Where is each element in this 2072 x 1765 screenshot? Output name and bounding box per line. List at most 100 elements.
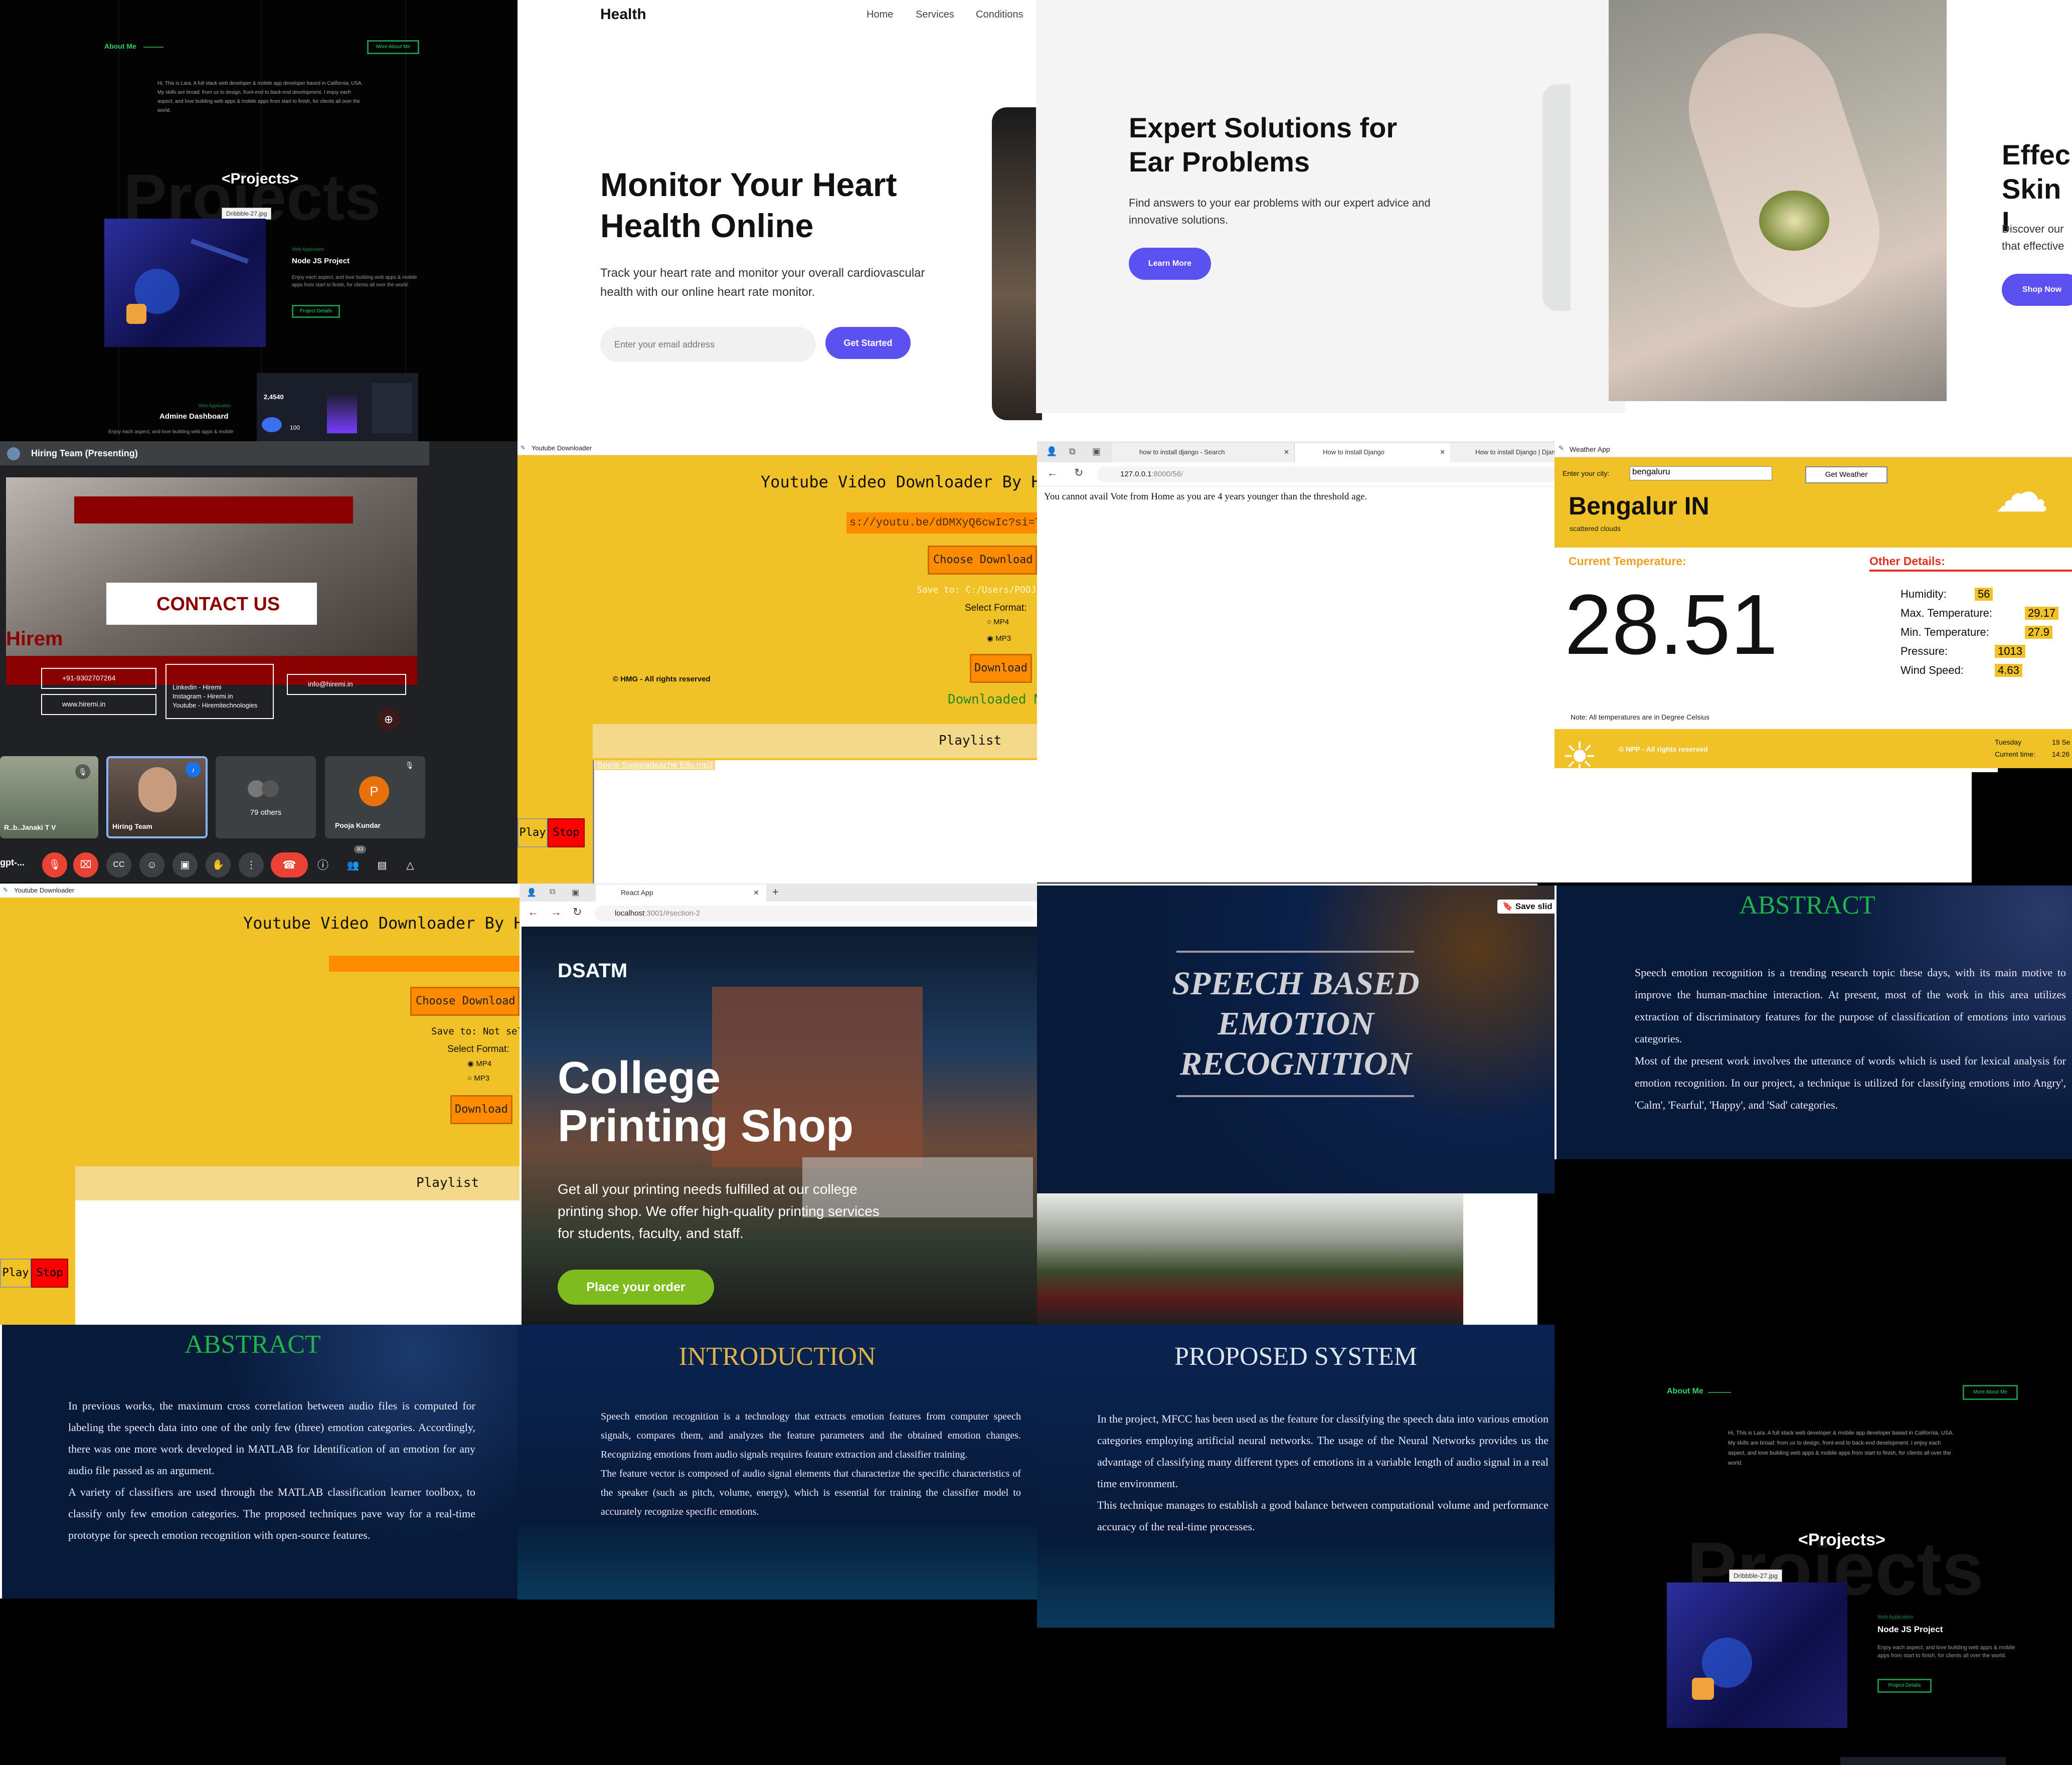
city-label: Enter your city: [1563,469,1610,477]
new-tab-icon[interactable]: + [772,886,779,899]
stop-button[interactable]: Stop [31,1259,68,1288]
project-category: Web Application [292,247,324,252]
participant-tile[interactable]: R..b..Janaki T V 🎙 [0,756,98,838]
close-tab-icon[interactable]: ✕ [1284,448,1289,456]
url-field[interactable]: localhost:3001/#section-2 [595,906,1036,922]
yt-window-1: ✎ Youtube Downloader Youtube Video Downl… [517,441,1037,884]
project-desc-2: Enjoy each aspect, and love building web… [108,429,234,435]
playlist-box[interactable] [75,1200,520,1325]
save-slide-button[interactable]: 🔖 Save slid [1497,900,1555,914]
activities-icon[interactable]: △ [401,856,419,874]
back-icon[interactable]: ← [1047,466,1058,479]
tab-install[interactable]: How to Install Django ✕ [1295,443,1450,462]
dashboard-thumbnail: 2,4540 100 [257,373,418,441]
forward-icon[interactable]: → [551,906,562,919]
camera-off-button[interactable]: ⌧ [73,852,98,877]
weather-panel: Current Temperature: 28.51 Other Details… [1555,548,2072,729]
playlist-header: Playlist [593,724,1037,758]
project-title: Node JS Project [292,257,350,265]
back-icon[interactable]: ← [528,906,539,919]
more-about-button[interactable]: More About Me [367,40,419,54]
about-text: Hi, This is Lara. A full stack web devel… [157,81,363,113]
more-about-button[interactable]: More About Me [1963,1385,2018,1400]
people-icon[interactable]: 👥 [344,856,362,874]
info-icon[interactable]: ⓘ [314,856,332,874]
more-options-button[interactable]: ⋮ [239,852,264,877]
sidebar-icon[interactable]: ▣ [572,888,579,898]
place-order-button[interactable]: Place your order [558,1270,714,1305]
hero-image [992,107,1042,420]
project-category-2: Web Application [199,403,231,408]
feather-icon: ✎ [1559,444,1564,452]
get-weather-button[interactable]: Get Weather [1805,466,1887,483]
download-button[interactable]: Download [970,654,1032,683]
playlist-box[interactable]: Beete Sagaradaache Ello.mp3 [593,760,1037,884]
mic-off-button[interactable]: 🎙 [42,852,67,877]
project-thumbnail[interactable] [1667,1582,1847,1728]
sidebar-icon[interactable]: ▣ [1092,446,1101,457]
choose-folder-button[interactable]: Choose Download F [928,546,1037,575]
emoji-button[interactable]: ☺ [139,852,164,877]
profile-icon[interactable]: 👤 [527,888,537,898]
projects-heading: <Projects> [1798,1530,1885,1549]
playlist-item[interactable]: Beete Sagaradaache Ello.mp3 [595,760,715,770]
project-thumbnail[interactable] [104,219,266,347]
captions-button[interactable]: CC [106,852,131,877]
choose-folder-button[interactable]: Choose Download F [410,987,520,1016]
chat-icon[interactable]: ▤ [373,856,391,874]
mp4-radio[interactable]: ◉ MP4 [467,1059,491,1068]
stop-button[interactable]: Stop [548,818,585,847]
project-details-button[interactable]: Project Details [292,305,340,318]
close-tab-icon[interactable]: ✕ [1440,448,1445,456]
present-button[interactable]: ▣ [172,852,198,877]
play-button[interactable]: Play [0,1259,31,1288]
shop-now-button[interactable]: Shop Now [2002,274,2072,306]
url-input[interactable] [329,956,520,972]
participant-tile[interactable]: P Pooja Kundar 🎙 [325,756,425,838]
hero-desc: Get all your printing needs fulfilled at… [558,1181,880,1241]
ear-slide: Expert Solutions for Ear Problems Find a… [1036,0,1625,413]
nav-services[interactable]: Services [916,9,954,21]
play-button[interactable]: Play [517,818,548,847]
nav-conditions[interactable]: Conditions [976,9,1023,21]
leave-call-button[interactable]: ☎ [271,852,308,877]
raise-hand-button[interactable]: ✋ [206,852,231,877]
profile-icon[interactable]: 👤 [1046,446,1057,457]
address-bar: ← → ↻ localhost:3001/#section-2 [520,902,1037,926]
participant-tile[interactable]: Hiring Team ♪ [106,756,208,838]
mp3-radio[interactable]: ◉ MP3 [987,634,1011,643]
tab-search[interactable]: how to install django - Search ✕ [1112,443,1295,462]
meeting-label: gpt-... [0,857,25,867]
url-input[interactable]: s://youtu.be/dDMXyQ6cwIc?si=T [846,512,1037,534]
date: 19 Se [2052,738,2070,746]
projects-heading: <Projects> [222,170,299,187]
ear-desc: Find answers to your ear problems with o… [1129,197,1431,226]
email-input[interactable] [600,327,816,362]
tab-react[interactable]: React App ✕ [596,885,766,902]
nav-home[interactable]: Home [867,9,893,21]
tabs-icon[interactable]: ⧉ [1069,446,1076,457]
learn-more-button[interactable]: Learn More [1129,248,1211,280]
status-message: Downloaded M [948,692,1037,707]
get-started-button[interactable]: Get Started [825,327,911,359]
tabs-icon[interactable]: ⧉ [550,888,555,897]
reload-icon[interactable]: ↻ [1074,466,1083,479]
bullet-list: In the project, MFCC has been used as th… [1097,1408,1548,1537]
hero-title-1: Monitor Your Heart [600,166,897,203]
close-tab-icon[interactable]: ✕ [753,889,759,897]
mp3-radio[interactable]: ○ MP3 [467,1074,489,1083]
download-button[interactable]: Download [450,1095,512,1124]
bullet: A variety of classifiers are used throug… [68,1486,475,1541]
ear-title-2: Ear Problems [1129,146,1310,178]
slide-title: ABSTRACT [185,1330,321,1359]
mp4-radio[interactable]: ○ MP4 [987,618,1009,626]
bullet-list: In previous works, the maximum cross cor… [68,1395,475,1546]
project-details-button[interactable]: Project Details [1877,1679,1932,1693]
zoom-icon[interactable]: ⊕ [377,708,400,731]
campus-photo [1037,1192,1463,1325]
reload-icon[interactable]: ↻ [573,906,582,919]
city-input[interactable]: bengaluru [1630,466,1772,480]
white-gap [1463,1192,1537,1325]
meet-window: Hiring Team (Presenting) CONTACT US Hire… [0,441,517,883]
others-tile[interactable]: 79 others [216,756,316,838]
